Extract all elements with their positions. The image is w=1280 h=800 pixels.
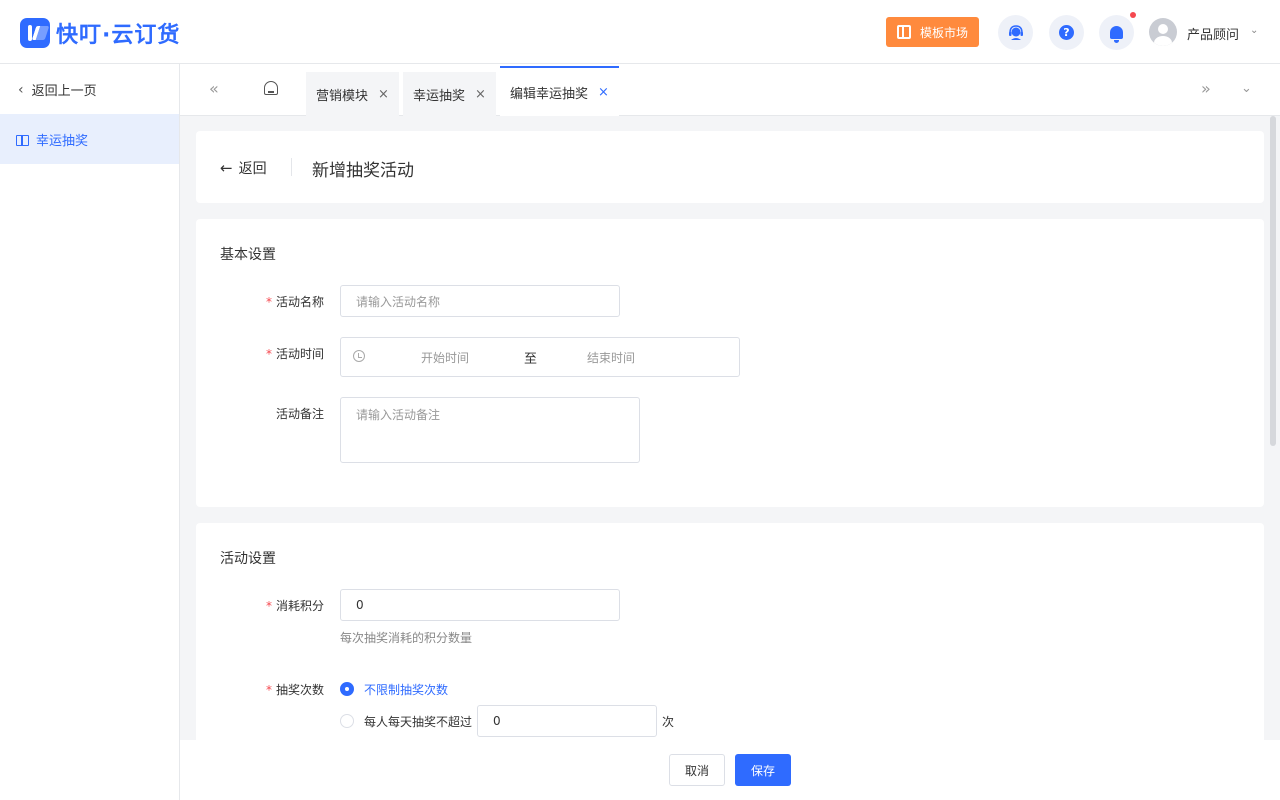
service-icon — [1008, 24, 1023, 40]
page-header: ← 返回 新增抽奖活动 — [196, 131, 1264, 203]
daily-limit-label[interactable]: 每人每天抽奖不超过 — [364, 713, 472, 730]
tab-bar: « 营销模块 × 幸运抽奖 × 编辑幸运抽奖 × » ⌄ — [180, 64, 1280, 116]
tab-lucky-draw[interactable]: 幸运抽奖 × — [403, 72, 496, 116]
points-cost-hint: 每次抽奖消耗的积分数量 — [340, 631, 473, 645]
points-cost-value: 0 — [356, 598, 364, 612]
points-cost-label-text: 消耗积分 — [275, 599, 324, 613]
save-button[interactable]: 保存 — [735, 754, 791, 786]
daily-limit-input[interactable]: 0 — [477, 705, 657, 737]
required-mark: * — [265, 599, 272, 613]
required-mark: * — [265, 295, 272, 309]
double-chevron-left-icon[interactable]: « — [209, 79, 219, 98]
chevron-down-icon[interactable]: ⌄ — [1241, 81, 1252, 96]
activity-name-placeholder: 请输入活动名称 — [356, 294, 441, 309]
back-button[interactable]: ← 返回 — [220, 158, 267, 178]
chevron-left-icon: ‹ — [18, 81, 24, 98]
double-chevron-right-icon[interactable]: » — [1201, 79, 1211, 98]
points-cost-label: * 消耗积分 — [224, 597, 324, 614]
activity-note-label: 活动备注 — [275, 407, 324, 421]
back-previous-label: 返回上一页 — [31, 84, 97, 99]
daily-limit-value: 0 — [493, 714, 501, 728]
sidebar-item-label: 幸运抽奖 — [36, 133, 89, 149]
tab-label: 营销模块 — [316, 88, 369, 104]
notification-dot — [1130, 12, 1136, 18]
close-icon[interactable]: × — [475, 87, 486, 102]
activity-note-textarea[interactable]: 请输入活动备注 — [340, 397, 640, 463]
section-title: 活动设置 — [220, 551, 276, 567]
draw-times-label-text: 抽奖次数 — [275, 683, 324, 697]
activity-time-label: * 活动时间 — [224, 345, 324, 362]
tab-label: 幸运抽奖 — [413, 88, 466, 104]
home-icon — [264, 81, 278, 95]
cancel-button[interactable]: 取消 — [669, 754, 725, 786]
points-cost-input[interactable]: 0 — [340, 589, 620, 621]
arrow-left-icon: ← — [220, 159, 233, 177]
gift-icon — [16, 134, 29, 146]
home-icon-line — [268, 91, 274, 93]
layout-icon — [896, 25, 911, 39]
customer-service-button[interactable] — [998, 15, 1033, 50]
scrollbar[interactable] — [1270, 116, 1276, 446]
clock-icon — [353, 350, 365, 362]
required-mark: * — [265, 347, 272, 361]
brand-name: 快叮·云订货 — [56, 23, 181, 48]
activity-name-label: * 活动名称 — [224, 293, 324, 310]
back-label: 返回 — [238, 161, 267, 177]
daily-limit-radio[interactable] — [340, 714, 354, 728]
template-market-button[interactable]: 模板市场 — [886, 17, 979, 47]
draw-times-label: * 抽奖次数 — [224, 681, 324, 698]
range-separator: 至 — [524, 352, 538, 367]
required-mark: * — [265, 683, 272, 697]
daily-limit-unit: 次 — [662, 715, 675, 729]
notification-button[interactable] — [1099, 15, 1134, 50]
tab-marketing-module[interactable]: 营销模块 × — [306, 72, 399, 116]
template-market-label: 模板市场 — [919, 25, 968, 40]
unlimited-draws-label[interactable]: 不限制抽奖次数 — [364, 681, 448, 698]
back-previous-link[interactable]: ‹ 返回上一页 — [18, 80, 97, 100]
activity-name-label-text: 活动名称 — [275, 295, 324, 309]
start-time-input[interactable]: 开始时间 — [421, 349, 469, 366]
basic-settings-section: 基本设置 * 活动名称 请输入活动名称 * 活动时间 开始时间 至 结束时间 活动备… — [196, 219, 1264, 507]
chevron-down-icon[interactable]: ⌄ — [1250, 25, 1258, 36]
form-footer: 取消 保存 — [180, 740, 1280, 800]
end-time-input[interactable]: 结束时间 — [587, 349, 635, 366]
activity-time-label-text: 活动时间 — [275, 347, 324, 361]
home-tab[interactable] — [263, 81, 279, 97]
brand-logo[interactable]: 快叮·云订货 — [20, 17, 180, 49]
close-icon[interactable]: × — [598, 85, 609, 100]
sidebar: ‹ 返回上一页 幸运抽奖 — [0, 64, 180, 800]
activity-time-range-picker[interactable]: 开始时间 至 结束时间 — [340, 337, 740, 377]
sidebar-item-lucky-draw[interactable]: 幸运抽奖 — [0, 114, 179, 164]
logo-icon — [20, 18, 50, 48]
top-bar: 快叮·云订货 模板市场 ? 产品顾问 ⌄ — [0, 0, 1280, 64]
activity-note-placeholder: 请输入活动备注 — [356, 408, 441, 422]
tab-edit-lucky-draw[interactable]: 编辑幸运抽奖 × — [500, 66, 619, 116]
activity-name-input[interactable]: 请输入活动名称 — [340, 285, 620, 317]
avatar-icon[interactable] — [1149, 18, 1177, 46]
help-button[interactable]: ? — [1049, 15, 1084, 50]
bell-icon — [1110, 26, 1123, 43]
unlimited-draws-radio[interactable] — [340, 682, 354, 696]
page-title: 新增抽奖活动 — [312, 161, 414, 181]
help-icon: ? — [1059, 25, 1074, 40]
divider — [291, 158, 292, 176]
close-icon[interactable]: × — [378, 87, 389, 102]
section-title: 基本设置 — [220, 247, 276, 263]
tab-label: 编辑幸运抽奖 — [510, 86, 589, 102]
user-name[interactable]: 产品顾问 — [1187, 24, 1239, 43]
activity-settings-section: 活动设置 * 消耗积分 0 每次抽奖消耗的积分数量 * 抽奖次数 不限制抽奖次数 每… — [196, 523, 1264, 753]
